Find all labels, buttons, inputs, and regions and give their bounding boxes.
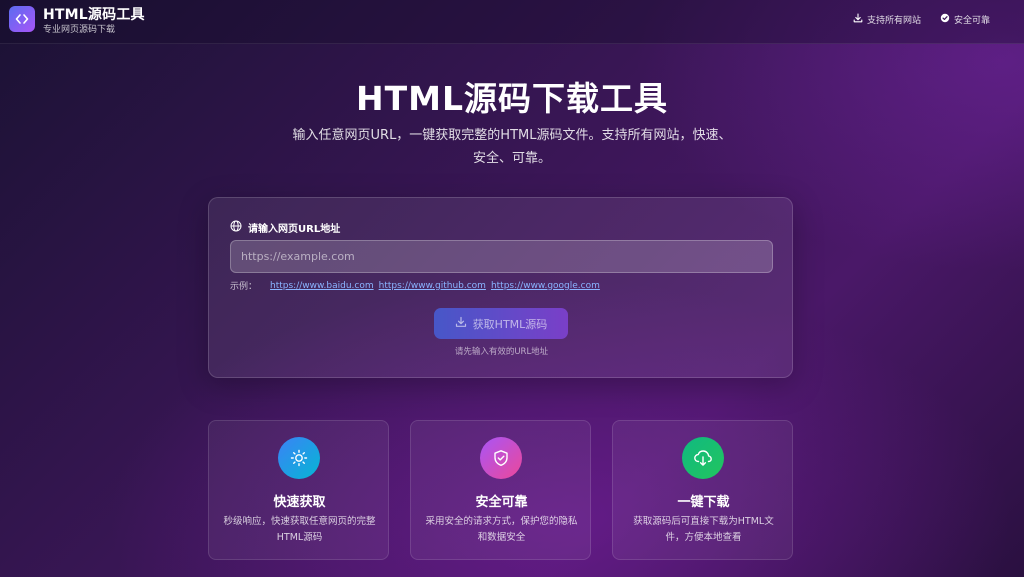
nav-safe-label: 安全可靠 bbox=[954, 15, 991, 26]
cloud-download-icon bbox=[682, 437, 724, 479]
feature-description: 获取源码后可直接下载为HTML文件，方便本地查看 bbox=[633, 516, 774, 543]
download-icon bbox=[853, 12, 863, 26]
download-icon bbox=[455, 316, 467, 331]
page-title: HTML源码下载工具 bbox=[356, 79, 668, 118]
code-logo-icon[interactable] bbox=[9, 6, 35, 32]
example-link-github[interactable]: https://www.github.com bbox=[379, 281, 486, 291]
shield-check-icon bbox=[480, 437, 522, 479]
nav-safe-reliable[interactable]: 安全可靠 bbox=[940, 12, 990, 26]
url-form-card: 请输入网页URL地址 示例： https://www.baidu.com htt… bbox=[208, 197, 793, 378]
sun-icon bbox=[278, 437, 320, 479]
brand-subtitle: 专业网页源码下载 bbox=[43, 25, 116, 35]
feature-title: 快速获取 bbox=[273, 495, 326, 510]
page-description: 输入任意网页URL，一键获取完整的HTML源码文件。支持所有网站，快速、安全、可… bbox=[292, 128, 732, 166]
feature-card-fast: 快速获取 秒级响应，快速获取任意网页的完整HTML源码 bbox=[208, 420, 389, 560]
nav-support-label: 支持所有网站 bbox=[867, 15, 922, 26]
nav-support-all-sites[interactable]: 支持所有网站 bbox=[853, 12, 921, 26]
feature-card-secure: 安全可靠 采用安全的请求方式，保护您的隐私和数据安全 bbox=[410, 420, 591, 560]
globe-icon bbox=[230, 220, 242, 235]
url-label-text: 请输入网页URL地址 bbox=[248, 224, 341, 235]
top-header: HTML源码工具 专业网页源码下载 支持所有网站 安全可靠 bbox=[0, 0, 1024, 44]
feature-title: 安全可靠 bbox=[475, 495, 528, 510]
url-field-label: 请输入网页URL地址 bbox=[230, 220, 340, 235]
brand-title[interactable]: HTML源码工具 bbox=[43, 4, 145, 24]
check-circle-icon bbox=[940, 13, 950, 26]
feature-card-download: 一键下载 获取源码后可直接下载为HTML文件，方便本地查看 bbox=[612, 420, 793, 560]
fetch-button-label: 获取HTML源码 bbox=[472, 317, 548, 331]
fetch-html-button[interactable]: 获取HTML源码 bbox=[434, 308, 568, 339]
example-urls: 示例： https://www.baidu.com https://www.gi… bbox=[230, 279, 600, 293]
example-link-baidu[interactable]: https://www.baidu.com bbox=[270, 281, 374, 291]
feature-description: 采用安全的请求方式，保护您的隐私和数据安全 bbox=[425, 516, 578, 543]
feature-description: 秒级响应，快速获取任意网页的完整HTML源码 bbox=[223, 516, 376, 543]
validation-hint: 请先输入有效的URL地址 bbox=[454, 347, 549, 357]
feature-title: 一键下载 bbox=[677, 495, 730, 510]
example-link-google[interactable]: https://www.google.com bbox=[491, 281, 600, 291]
examples-label: 示例： bbox=[230, 282, 258, 292]
url-input[interactable] bbox=[230, 240, 773, 273]
